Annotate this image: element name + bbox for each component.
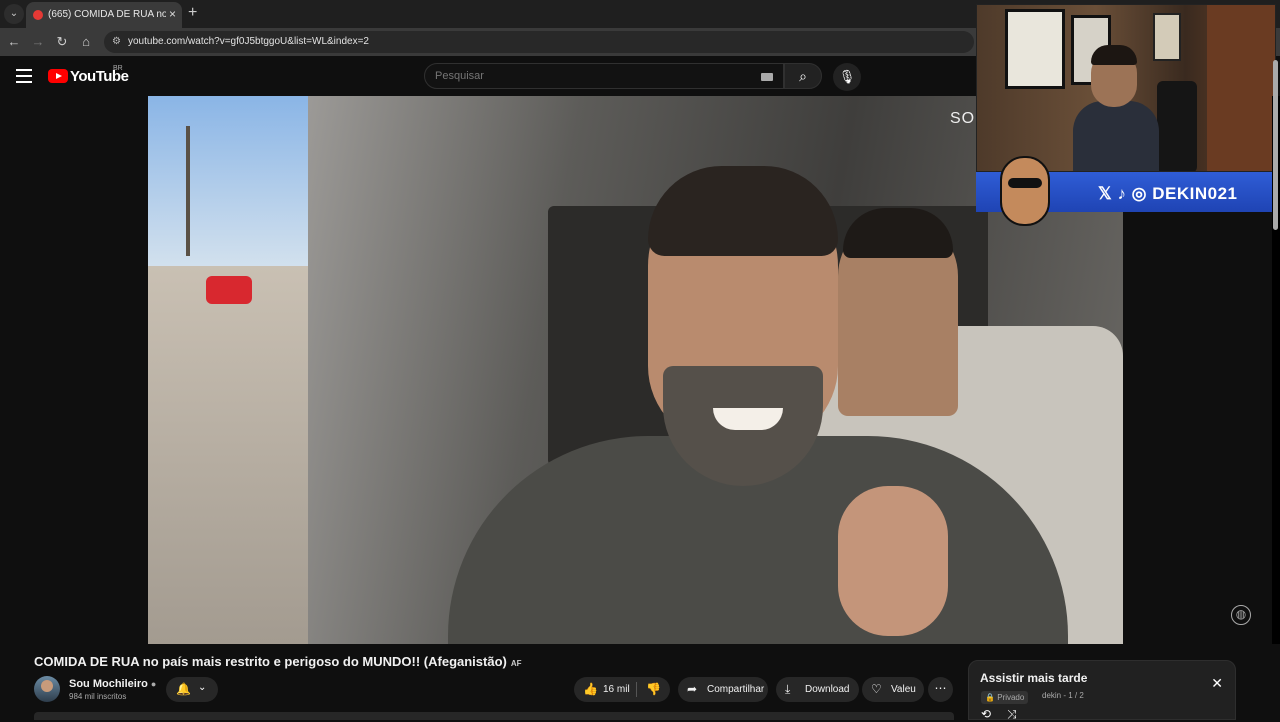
social-handle-text: DEKIN021 — [1152, 184, 1238, 203]
chevron-down-icon: ⌄ — [198, 682, 207, 693]
like-divider — [636, 682, 637, 697]
title-flag-badge: AF — [510, 659, 522, 668]
bell-icon: 🔔 — [176, 682, 191, 696]
description-box-edge — [34, 712, 954, 720]
close-icon[interactable]: ✕ — [1211, 675, 1223, 692]
instagram-icon: ◎ — [1131, 184, 1148, 203]
privacy-badge: 🔒 Privado — [981, 691, 1029, 704]
like-dislike-group: 👍 16 mil 👎 — [574, 677, 670, 702]
streamer-webcam — [976, 4, 1276, 172]
streamer-social-handle: 𝕏 ♪ ◎ DEKIN021 — [1098, 184, 1238, 204]
share-icon: ➦ — [687, 682, 698, 696]
browser-tab[interactable]: (665) COMIDA DE RUA no país mais restrit… — [26, 2, 182, 28]
download-label: Download — [805, 684, 850, 695]
video-watermark: SO — [950, 110, 976, 127]
x-icon: 𝕏 — [1098, 184, 1113, 203]
video-scene-cart — [206, 276, 252, 304]
subscriber-count: 984 mil inscritos — [69, 692, 127, 701]
streamer-cartoon-avatar — [1000, 156, 1050, 226]
search-icon: ⌕ — [799, 68, 807, 84]
share-label: Compartilhar — [707, 684, 765, 695]
tab-search-icon[interactable]: ⌄ — [4, 4, 24, 24]
microphone-icon: 🎙 — [838, 69, 856, 84]
playlist-title[interactable]: Assistir mais tarde — [980, 671, 1087, 685]
playlist-panel: Assistir mais tarde ✕ 🔒 Privado dekin - … — [968, 660, 1236, 721]
site-info-icon[interactable]: ⚙ — [112, 36, 121, 47]
download-icon: ⤓ — [785, 682, 791, 696]
voice-search-button[interactable]: 🎙 — [833, 63, 861, 91]
youtube-favicon-icon — [33, 10, 43, 20]
channel-name[interactable]: Sou Mochileiro ● — [69, 678, 156, 690]
thanks-button[interactable]: ♡ Valeu — [862, 677, 924, 702]
scrollbar-thumb[interactable] — [1273, 60, 1278, 230]
search-box[interactable] — [424, 63, 784, 89]
loop-icon[interactable]: ⟲ — [981, 707, 991, 721]
video-title: COMIDA DE RUA no país mais restrito e pe… — [34, 654, 522, 669]
youtube-play-icon — [48, 69, 68, 83]
tab-title: (665) COMIDA DE RUA no país mais restrit… — [48, 9, 166, 20]
playlist-meta: dekin - 1 / 2 — [1042, 691, 1084, 700]
thanks-label: Valeu — [891, 684, 916, 695]
forward-icon[interactable]: → — [30, 34, 46, 49]
tab-close-icon[interactable]: × — [169, 7, 176, 21]
url-text[interactable]: youtube.com/watch?v=gf0J5btggoU&list=WL&… — [128, 36, 369, 47]
video-title-text: COMIDA DE RUA no país mais restrito e pe… — [34, 654, 507, 669]
new-tab-icon[interactable]: + — [188, 4, 197, 22]
thanks-icon: ♡ — [871, 682, 882, 696]
notification-button[interactable]: 🔔 ⌄ — [166, 677, 218, 702]
address-bar[interactable]: ⚙ youtube.com/watch?v=gf0J5btggoU&list=W… — [104, 31, 974, 53]
privacy-label: Privado — [997, 693, 1025, 702]
tiktok-icon: ♪ — [1117, 184, 1127, 203]
channel-name-text[interactable]: Sou Mochileiro — [69, 678, 148, 690]
globe-icon[interactable]: ◍ — [1231, 605, 1251, 625]
home-icon[interactable]: ⌂ — [78, 34, 94, 49]
download-button[interactable]: ⤓ Download — [776, 677, 859, 702]
share-button[interactable]: ➦ Compartilhar — [678, 677, 768, 702]
video-scene-presenter — [448, 166, 1068, 644]
search-input[interactable] — [435, 70, 735, 82]
search-button[interactable]: ⌕ — [784, 63, 822, 89]
like-count[interactable]: 16 mil — [603, 684, 630, 695]
keyboard-icon[interactable] — [761, 73, 773, 81]
menu-icon[interactable] — [16, 69, 32, 83]
verified-icon: ● — [150, 679, 157, 689]
dislike-icon[interactable]: 👎 — [646, 682, 661, 696]
reload-icon[interactable]: ↻ — [54, 34, 70, 50]
logo-region: BR — [113, 65, 123, 72]
like-icon[interactable]: 👍 — [583, 682, 598, 696]
video-scene-pole — [186, 126, 190, 256]
channel-avatar[interactable] — [34, 676, 60, 702]
more-actions-icon[interactable]: ⋯ — [928, 677, 953, 702]
back-icon[interactable]: ← — [6, 34, 22, 49]
